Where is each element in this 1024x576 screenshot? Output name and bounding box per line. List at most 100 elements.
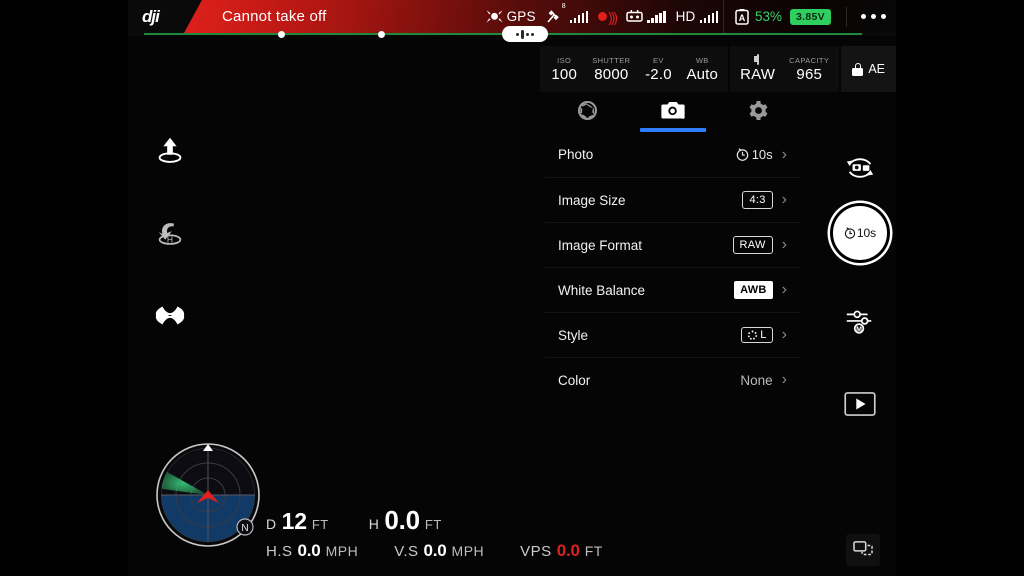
tab-settings[interactable] (716, 88, 801, 132)
right-control-sidebar: 10s M (830, 140, 890, 432)
battery-voltage-badge: 3.85V (790, 8, 831, 25)
map-toggle-button[interactable] (846, 534, 880, 566)
capacity-cell[interactable]: CAPACITY 965 (789, 56, 829, 83)
progress-dot-2 (378, 30, 385, 38)
capacity-key: CAPACITY (789, 55, 830, 65)
wb-value: Auto (686, 65, 719, 83)
hd-label: HD (675, 9, 696, 24)
storage-group[interactable]: RAW CAPACITY 965 (730, 46, 840, 92)
remote-controller-icon (626, 10, 643, 23)
battery-auto-icon: A (735, 8, 750, 25)
style-dots-icon (747, 330, 758, 341)
sd-card-icon (756, 54, 759, 65)
svg-text:M: M (856, 326, 862, 333)
iso-value: 100 (551, 65, 578, 83)
transmission-status[interactable]: ))) (593, 0, 621, 33)
shutter-button-wrap: 10s (832, 196, 888, 270)
tab-photo[interactable] (630, 88, 715, 132)
row-style[interactable]: Style L › (545, 312, 801, 357)
distance-key: D (266, 516, 277, 532)
satellite-icon (546, 9, 563, 24)
return-home-button[interactable]: H (142, 192, 198, 274)
picture-in-picture-icon (853, 541, 873, 559)
takeoff-button[interactable] (142, 110, 198, 192)
row-photo-value: 10s (736, 147, 773, 162)
vspeed-unit: MPH (451, 543, 485, 559)
height-unit: FT (424, 517, 442, 532)
ev-value: -2.0 (645, 65, 672, 83)
dji-logo[interactable]: dji (142, 7, 188, 27)
satellite-count: 8 (561, 3, 566, 10)
format-cell[interactable]: RAW (740, 54, 776, 83)
drone-status-button[interactable] (142, 274, 198, 356)
telemetry-vps: VPS 0.0 FT (520, 541, 603, 561)
tab-exposure[interactable] (545, 88, 630, 132)
sliders-manual-icon: M (844, 304, 876, 336)
ae-label: AE (868, 62, 885, 76)
row-image-format-label: Image Format (558, 237, 643, 253)
drone-gps-icon (485, 9, 504, 24)
play-icon (844, 392, 876, 416)
panel-tabs (545, 88, 801, 132)
camera-icon (661, 100, 685, 120)
north-label: N (241, 523, 248, 534)
camera-adjust-button[interactable]: M (832, 292, 888, 348)
satellite-status[interactable]: 8 (541, 0, 593, 33)
row-photo-timer-text: 10s (751, 147, 773, 162)
app-screen: dji Cannot take off GPS 8))) HD A 53% 3… (0, 0, 1024, 576)
format-value: RAW (740, 66, 776, 83)
row-image-format[interactable]: Image Format RAW › (545, 222, 801, 267)
row-color-value: None (740, 372, 773, 388)
top-header-bar: dji Cannot take off GPS 8))) HD A 53% 3… (128, 0, 896, 42)
telemetry-vspeed: V.S 0.0 MPH (394, 541, 484, 561)
telemetry-distance: D 12 FT (266, 508, 329, 535)
row-color-label: Color (558, 372, 591, 388)
battery-percent: 53% (755, 9, 783, 24)
progress-dot-1 (278, 30, 285, 38)
row-white-balance-label: White Balance (558, 282, 646, 298)
timer-icon (736, 148, 749, 161)
hspeed-value: 0.0 (297, 541, 321, 560)
shutter-value: 8000 (594, 65, 629, 83)
playback-button[interactable] (832, 376, 888, 432)
status-icon-group: GPS 8 ))) HD A 53% 3.85V (480, 0, 890, 33)
takeoff-icon (153, 134, 187, 168)
controller-signal-bars (647, 10, 666, 23)
shutter-timer-label: 10s (856, 226, 877, 240)
wb-cell[interactable]: WB Auto (686, 56, 718, 83)
iso-cell[interactable]: ISO 100 (550, 56, 578, 83)
row-image-size-label: Image Size (558, 192, 626, 208)
shutter-cell[interactable]: SHUTTER 8000 (592, 56, 630, 83)
settings-rows: Photo 10s › Image Size 4:3 › Image Forma… (545, 132, 801, 402)
row-white-balance-value: AWB (734, 281, 773, 299)
hd-status[interactable]: HD (671, 0, 723, 33)
dji-go-app: dji Cannot take off GPS 8))) HD A 53% 3… (128, 0, 896, 576)
row-photo-label: Photo (558, 147, 594, 162)
shutter-button[interactable]: 10s (833, 206, 887, 260)
row-style-letter: L (760, 329, 767, 341)
distance-value: 12 (281, 508, 307, 534)
shutter-key: SHUTTER (592, 55, 631, 65)
warning-text: Cannot take off (222, 8, 327, 25)
more-dots-icon[interactable] (846, 6, 890, 27)
gps-status[interactable]: GPS (480, 0, 541, 33)
satellite-signal-bars (569, 10, 589, 23)
svg-text:H: H (167, 234, 173, 244)
exposure-group[interactable]: ISO 100 SHUTTER 8000 EV -2.0 WB Auto (540, 46, 729, 92)
vspeed-value: 0.0 (423, 541, 447, 560)
attitude-radar[interactable]: N (153, 440, 263, 550)
controller-status[interactable] (621, 0, 671, 33)
battery-status[interactable]: A 53% 3.85V (723, 0, 836, 33)
camera-video-switch-button[interactable] (832, 140, 888, 196)
ev-cell[interactable]: EV -2.0 (644, 56, 672, 83)
ae-lock-button[interactable]: AE (841, 46, 896, 92)
row-image-size[interactable]: Image Size 4:3 › (545, 177, 801, 222)
row-color[interactable]: Color None › (545, 357, 801, 402)
camera-settings-panel: Photo 10s › Image Size 4:3 › Image Forma… (545, 88, 801, 490)
capacity-value: 965 (796, 65, 823, 83)
height-value: 0.0 (384, 505, 420, 535)
drone-icon (153, 298, 187, 332)
row-white-balance[interactable]: White Balance AWB › (545, 267, 801, 312)
chevron-right-icon: › (781, 326, 787, 343)
row-photo[interactable]: Photo 10s › (545, 132, 801, 177)
